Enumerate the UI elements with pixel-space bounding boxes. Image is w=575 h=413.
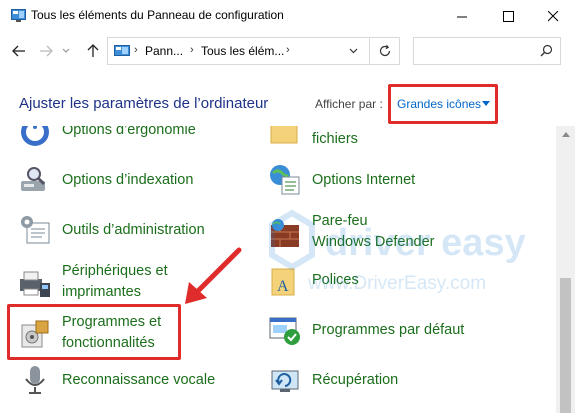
window-title: Tous les éléments du Panneau de configur…: [31, 8, 284, 22]
items-pane: Options d’ergonomie Options d’indexation…: [0, 126, 556, 413]
control-panel-icon: [114, 45, 130, 56]
page-title: Ajuster les paramètres de l’ordinateur: [19, 95, 269, 112]
breadcrumb-separator-icon: ›: [286, 44, 290, 56]
recent-locations-button[interactable]: [58, 40, 74, 62]
address-dropdown-button[interactable]: [340, 37, 367, 65]
refresh-button[interactable]: [370, 37, 400, 65]
item-label-line2: Windows Defender: [312, 234, 435, 250]
fonts-icon: A: [271, 268, 295, 296]
arrow-left-icon: [12, 45, 25, 57]
item-label: Polices: [312, 272, 359, 288]
breadcrumb-separator-icon: ›: [134, 44, 138, 56]
item-label: Programmes par défaut: [312, 322, 465, 338]
scroll-up-button[interactable]: [556, 126, 575, 143]
breadcrumb-item[interactable]: Pann...: [145, 44, 183, 58]
admin-tools-icon: [21, 216, 50, 244]
close-button[interactable]: [530, 0, 575, 32]
item-label: fichiers: [312, 131, 358, 147]
item-label: Options Internet: [312, 172, 416, 188]
item-fichiers[interactable]: fichiers: [268, 126, 528, 154]
minimize-button[interactable]: [439, 0, 485, 32]
search-icon: [540, 44, 553, 57]
scrollbar-thumb[interactable]: [560, 278, 571, 413]
title-bar: Tous les éléments du Panneau de configur…: [0, 0, 575, 32]
firewall-icon: [271, 219, 299, 247]
chevron-down-icon: [349, 48, 358, 54]
item-programmes-defaut[interactable]: Programmes par défaut: [268, 310, 528, 350]
printer-icon: [20, 271, 50, 297]
item-indexation[interactable]: Options d’indexation: [18, 160, 258, 200]
microphone-icon: [25, 366, 45, 394]
arrow-right-icon: [40, 45, 53, 57]
chevron-down-icon: [62, 48, 70, 53]
highlight-box-programs: [7, 304, 181, 360]
internet-options-icon: [270, 165, 300, 195]
up-button[interactable]: [82, 40, 104, 62]
control-panel-icon: [11, 9, 26, 22]
minimize-icon: [456, 16, 467, 17]
maximize-button[interactable]: [485, 0, 531, 32]
address-bar[interactable]: › Pann... › Tous les élém... ›: [107, 37, 370, 65]
item-label: Reconnaissance vocale: [62, 372, 216, 388]
annotation-arrow-icon: [185, 247, 242, 304]
arrow-up-icon: [87, 44, 99, 57]
chevron-up-icon: [561, 132, 570, 137]
item-label: Outils d’administration: [62, 222, 205, 238]
svg-text:A: A: [277, 278, 289, 295]
folder-icon: [270, 126, 298, 144]
item-label: Périphériques et: [62, 263, 168, 279]
forward-button[interactable]: [35, 40, 57, 62]
item-label: Récupération: [312, 372, 399, 388]
refresh-icon: [379, 44, 390, 57]
default-programs-icon: [269, 317, 300, 345]
item-label: Options d’ergonomie: [62, 126, 196, 138]
breadcrumb-item[interactable]: Tous les élém...: [201, 44, 284, 58]
recovery-icon: [271, 370, 299, 392]
item-polices[interactable]: A Polices: [268, 260, 528, 300]
ergonomics-icon: [21, 126, 49, 146]
highlight-box-view: [388, 84, 498, 124]
indexing-icon: [21, 167, 46, 191]
back-button[interactable]: [8, 40, 30, 62]
view-by-label: Afficher par :: [315, 97, 383, 111]
item-ergonomie[interactable]: Options d’ergonomie: [18, 126, 258, 152]
breadcrumb-separator-icon: ›: [190, 44, 194, 56]
vertical-scrollbar[interactable]: [556, 126, 575, 413]
item-label-line2: imprimantes: [62, 284, 141, 300]
item-label: Pare-feu: [312, 213, 368, 229]
item-label: Options d’indexation: [62, 172, 194, 188]
item-recuperation[interactable]: Récupération: [268, 360, 528, 400]
item-reconnaissance[interactable]: Reconnaissance vocale: [18, 360, 258, 400]
item-options-internet[interactable]: Options Internet: [268, 160, 528, 200]
search-input[interactable]: [413, 37, 561, 65]
maximize-icon: [502, 10, 514, 22]
item-administration[interactable]: Outils d’administration: [18, 210, 258, 250]
close-icon: [547, 10, 558, 21]
item-pare-feu[interactable]: Pare-feu Windows Defender: [268, 210, 528, 258]
